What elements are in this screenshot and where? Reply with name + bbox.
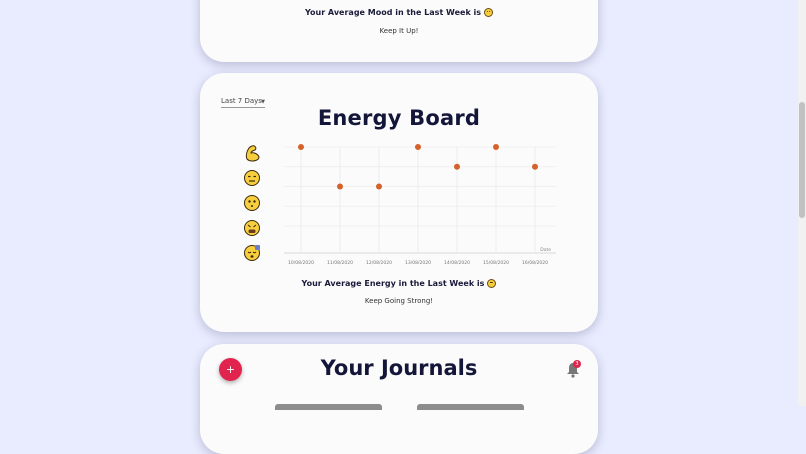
x-tick-labels: 10/08/2020 11/08/2020 12/08/2020 13/08/2020… [288, 260, 548, 266]
journal-card-thumb[interactable] [275, 404, 382, 410]
mood-summary-text: Your Average Mood in the Last Week is [304, 8, 482, 17]
data-point[interactable] [337, 183, 343, 190]
x-tick-label: 12/08/2020 [366, 260, 392, 266]
energy-board-card: Last 7 Days ▼ Energy Board 10/08/2020 11… [200, 73, 598, 332]
energy-chart: 10/08/2020 11/08/2020 12/08/2020 13/08/2020… [244, 144, 556, 266]
data-point[interactable] [532, 163, 538, 170]
journals-card: + Your Journals 3 [200, 344, 598, 454]
x-tick-label: 13/08/2020 [405, 260, 431, 266]
flexed-biceps-icon [245, 145, 260, 162]
neutral-face-icon [244, 195, 260, 211]
data-point[interactable] [298, 144, 304, 150]
data-point[interactable] [493, 144, 499, 150]
expressionless-face-icon [487, 279, 497, 288]
x-tick-label: 11/08/2020 [327, 260, 353, 266]
energy-summary-subtext: Keep Going Strong! [364, 297, 434, 305]
journals-title: Your Journals [320, 356, 478, 380]
data-point[interactable] [376, 183, 382, 190]
mood-summary-heading: Your Average Mood in the Last Week is [200, 8, 598, 17]
energy-summary-heading: Your Average Energy in the Last Week is [200, 279, 598, 288]
x-tick-label: 16/08/2020 [522, 260, 548, 266]
journal-card-thumb[interactable] [417, 404, 524, 410]
scrollbar-thumb[interactable] [799, 102, 805, 218]
mood-summary-card: Your Average Mood in the Last Week is Ke… [200, 0, 598, 62]
data-point[interactable] [454, 163, 460, 170]
tired-face-icon [244, 220, 260, 236]
mood-summary-subtext: Keep It Up! [379, 27, 419, 35]
x-tick-label: 14/08/2020 [444, 260, 470, 266]
chart-grid [284, 146, 556, 254]
sleeping-face-icon [244, 245, 260, 261]
x-tick-label: 15/08/2020 [483, 260, 509, 266]
scrollbar-track[interactable] [798, 0, 806, 406]
data-point[interactable] [415, 144, 421, 150]
x-axis-label: Date [540, 247, 551, 253]
slightly-smiling-face-icon [484, 8, 494, 17]
notification-badge: 3 [573, 360, 581, 368]
energy-summary-text: Your Average Energy in the Last Week is [301, 279, 485, 288]
expressionless-face-icon [244, 170, 260, 186]
x-tick-label: 10/08/2020 [288, 260, 314, 266]
